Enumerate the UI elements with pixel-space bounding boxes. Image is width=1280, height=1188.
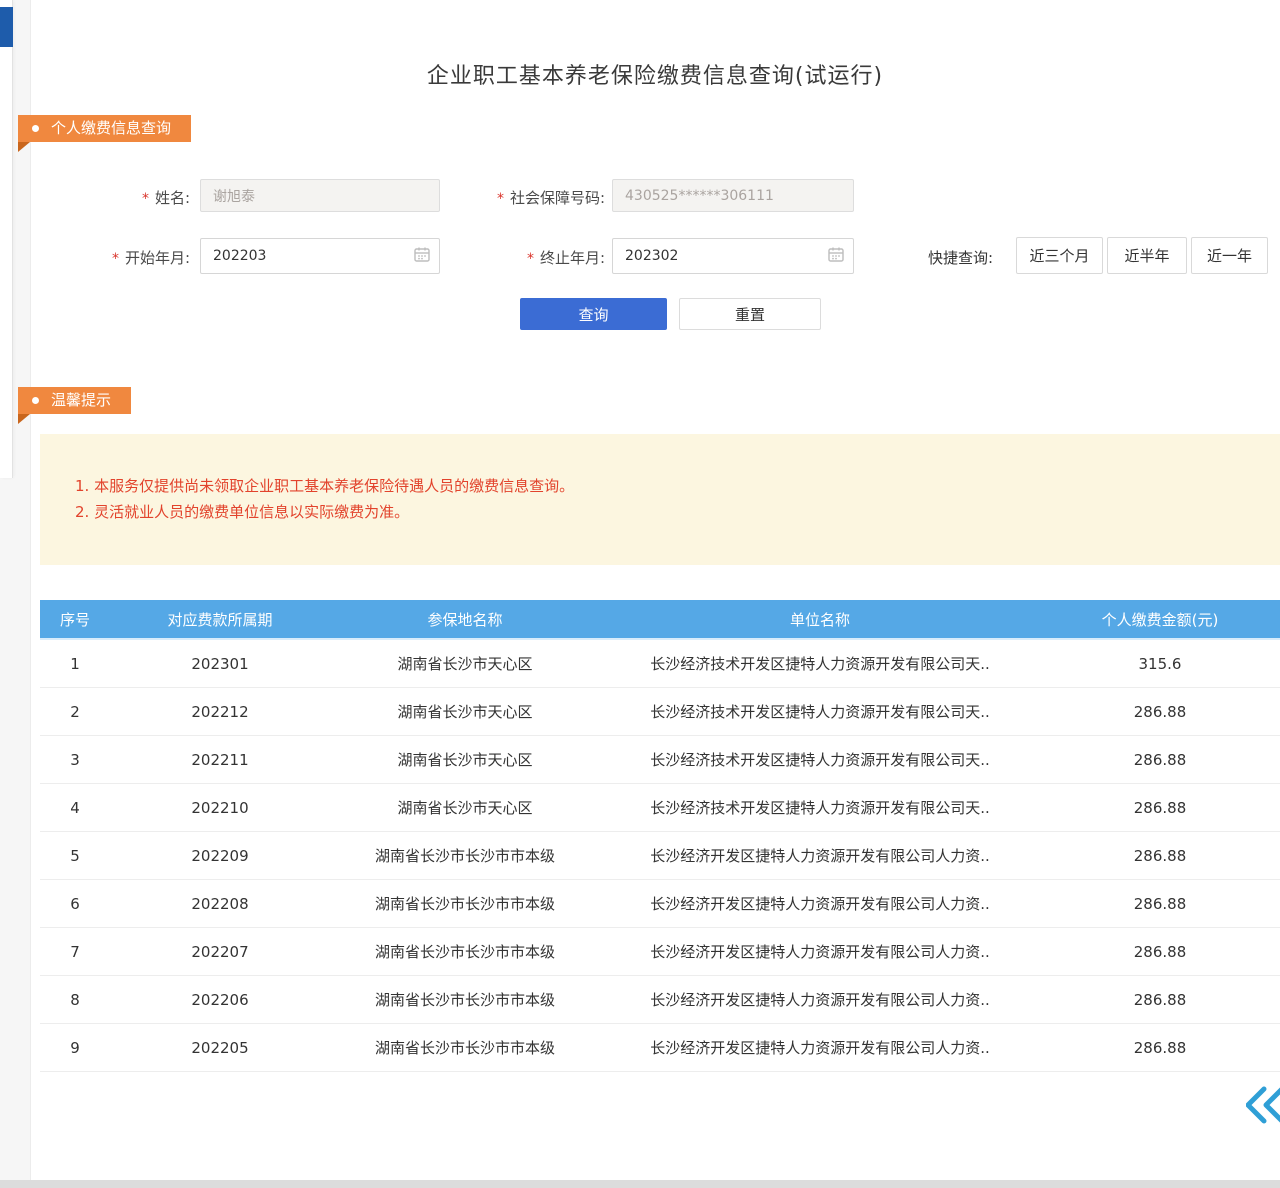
ribbon-fold-icon — [18, 142, 30, 152]
table-cell: 5 — [40, 832, 110, 879]
table-cell: 长沙经济开发区捷特人力资源开发有限公司人力资.. — [600, 928, 1040, 975]
section-badge-query: 个人缴费信息查询 — [18, 115, 191, 142]
table-cell: 6 — [40, 880, 110, 927]
bullet-icon — [32, 397, 39, 404]
calendar-icon[interactable] — [413, 245, 431, 267]
table-cell: 286.88 — [1040, 736, 1280, 783]
quick-3months-button[interactable]: 近三个月 — [1016, 237, 1103, 274]
table-cell: 长沙经济开发区捷特人力资源开发有限公司人力资.. — [600, 976, 1040, 1023]
end-month-field[interactable]: 202302 — [612, 238, 854, 274]
table-row: 7202207湖南省长沙市长沙市市本级长沙经济开发区捷特人力资源开发有限公司人力… — [40, 928, 1280, 976]
table-cell: 长沙经济技术开发区捷特人力资源开发有限公司天.. — [600, 784, 1040, 831]
table-row: 1202301湖南省长沙市天心区长沙经济技术开发区捷特人力资源开发有限公司天..… — [40, 640, 1280, 688]
table-cell: 长沙经济技术开发区捷特人力资源开发有限公司天.. — [600, 640, 1040, 687]
table-row: 9202205湖南省长沙市长沙市市本级长沙经济开发区捷特人力资源开发有限公司人力… — [40, 1024, 1280, 1072]
table-row: 2202212湖南省长沙市天心区长沙经济技术开发区捷特人力资源开发有限公司天..… — [40, 688, 1280, 736]
section-badge-query-label: 个人缴费信息查询 — [51, 115, 171, 142]
notice-line: 2. 灵活就业人员的缴费单位信息以实际缴费为准。 — [75, 499, 1250, 525]
ssn-label: *社会保障号码: — [440, 187, 605, 208]
sidebar-accent-block — [0, 7, 13, 47]
table-cell: 7 — [40, 928, 110, 975]
ssn-field[interactable]: 430525******306111 — [612, 179, 854, 212]
table-cell: 2 — [40, 688, 110, 735]
table-cell: 202205 — [110, 1024, 330, 1071]
table-header-cell: 单位名称 — [600, 600, 1040, 638]
bottom-divider — [0, 1180, 1280, 1188]
table-row: 6202208湖南省长沙市长沙市市本级长沙经济开发区捷特人力资源开发有限公司人力… — [40, 880, 1280, 928]
table-cell: 286.88 — [1040, 832, 1280, 879]
query-button[interactable]: 查询 — [520, 298, 667, 330]
name-field[interactable]: 谢旭泰 — [200, 179, 440, 212]
required-asterisk: * — [112, 251, 119, 267]
table-cell: 286.88 — [1040, 880, 1280, 927]
table-cell: 286.88 — [1040, 976, 1280, 1023]
table-cell: 湖南省长沙市长沙市市本级 — [330, 832, 600, 879]
table-cell: 286.88 — [1040, 928, 1280, 975]
table-cell: 湖南省长沙市天心区 — [330, 640, 600, 687]
table-body: 1202301湖南省长沙市天心区长沙经济技术开发区捷特人力资源开发有限公司天..… — [40, 640, 1280, 1072]
table-cell: 长沙经济开发区捷特人力资源开发有限公司人力资.. — [600, 880, 1040, 927]
table-cell: 286.88 — [1040, 784, 1280, 831]
ribbon-fold-icon — [18, 414, 30, 424]
required-asterisk: * — [497, 191, 504, 207]
table-header-cell: 对应费款所属期 — [110, 600, 330, 638]
reset-button[interactable]: 重置 — [679, 298, 821, 330]
end-month-label: *终止年月: — [475, 247, 605, 268]
table-row: 8202206湖南省长沙市长沙市市本级长沙经济开发区捷特人力资源开发有限公司人力… — [40, 976, 1280, 1024]
table-cell: 长沙经济技术开发区捷特人力资源开发有限公司天.. — [600, 736, 1040, 783]
table-cell: 湖南省长沙市长沙市市本级 — [330, 928, 600, 975]
start-month-field[interactable]: 202203 — [200, 238, 440, 274]
required-asterisk: * — [527, 251, 534, 267]
table-cell: 202206 — [110, 976, 330, 1023]
page-title: 企业职工基本养老保险缴费信息查询(试运行) — [30, 58, 1280, 90]
table-cell: 8 — [40, 976, 110, 1023]
table-cell: 湖南省长沙市长沙市市本级 — [330, 1024, 600, 1071]
table-cell: 202210 — [110, 784, 330, 831]
start-month-label: *开始年月: — [60, 247, 190, 268]
double-chevron-left-icon[interactable] — [1246, 1085, 1280, 1125]
table-cell: 湖南省长沙市长沙市市本级 — [330, 976, 600, 1023]
name-label: *姓名: — [60, 187, 190, 208]
table-cell: 3 — [40, 736, 110, 783]
required-asterisk: * — [142, 191, 149, 207]
table-header-cell: 参保地名称 — [330, 600, 600, 638]
results-table: 序号对应费款所属期参保地名称单位名称个人缴费金额(元) 1202301湖南省长沙… — [40, 600, 1280, 1072]
table-cell: 202209 — [110, 832, 330, 879]
table-cell: 湖南省长沙市天心区 — [330, 784, 600, 831]
table-cell: 202207 — [110, 928, 330, 975]
table-cell: 湖南省长沙市天心区 — [330, 736, 600, 783]
table-header-cell: 个人缴费金额(元) — [1040, 600, 1280, 638]
table-header: 序号对应费款所属期参保地名称单位名称个人缴费金额(元) — [40, 600, 1280, 640]
table-row: 4202210湖南省长沙市天心区长沙经济技术开发区捷特人力资源开发有限公司天..… — [40, 784, 1280, 832]
quick-query-group: 近三个月 近半年 近一年 — [1016, 237, 1268, 274]
table-row: 5202209湖南省长沙市长沙市市本级长沙经济开发区捷特人力资源开发有限公司人力… — [40, 832, 1280, 880]
table-cell: 315.6 — [1040, 640, 1280, 687]
notice-line: 1. 本服务仅提供尚未领取企业职工基本养老保险待遇人员的缴费信息查询。 — [75, 473, 1250, 499]
table-cell: 286.88 — [1040, 1024, 1280, 1071]
table-cell: 长沙经济技术开发区捷特人力资源开发有限公司天.. — [600, 688, 1040, 735]
section-badge-tips-label: 温馨提示 — [51, 387, 111, 414]
table-cell: 202301 — [110, 640, 330, 687]
table-cell: 1 — [40, 640, 110, 687]
table-cell: 286.88 — [1040, 688, 1280, 735]
collapsed-sidebar[interactable] — [0, 0, 13, 478]
table-cell: 湖南省长沙市长沙市市本级 — [330, 880, 600, 927]
table-cell: 202211 — [110, 736, 330, 783]
table-cell: 长沙经济开发区捷特人力资源开发有限公司人力资.. — [600, 1024, 1040, 1071]
table-cell: 202208 — [110, 880, 330, 927]
table-cell: 湖南省长沙市天心区 — [330, 688, 600, 735]
notice-box: 1. 本服务仅提供尚未领取企业职工基本养老保险待遇人员的缴费信息查询。 2. 灵… — [40, 434, 1280, 565]
quick-query-label: 快捷查询: — [928, 247, 993, 268]
quick-halfyear-button[interactable]: 近半年 — [1107, 237, 1187, 274]
table-cell: 202212 — [110, 688, 330, 735]
calendar-icon[interactable] — [827, 245, 845, 267]
table-cell: 9 — [40, 1024, 110, 1071]
section-badge-tips: 温馨提示 — [18, 387, 131, 414]
table-row: 3202211湖南省长沙市天心区长沙经济技术开发区捷特人力资源开发有限公司天..… — [40, 736, 1280, 784]
bullet-icon — [32, 125, 39, 132]
quick-1year-button[interactable]: 近一年 — [1191, 237, 1268, 274]
table-header-cell: 序号 — [40, 600, 110, 638]
table-cell: 长沙经济开发区捷特人力资源开发有限公司人力资.. — [600, 832, 1040, 879]
table-cell: 4 — [40, 784, 110, 831]
